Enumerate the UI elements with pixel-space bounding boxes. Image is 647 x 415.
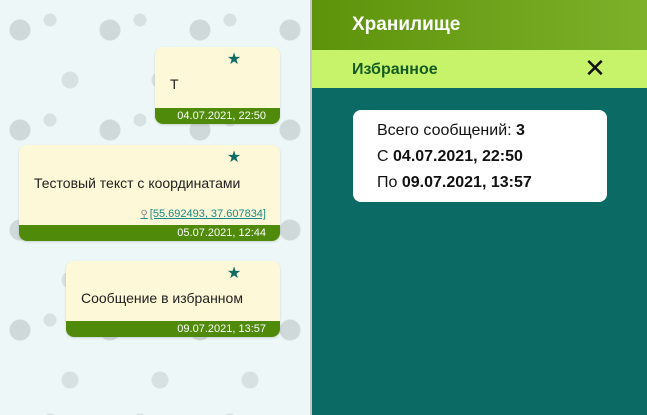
message-bubble[interactable]: ★ Тестовый текст с координатами ⚲ [55.692… bbox=[19, 145, 280, 241]
stats-to-label: По bbox=[377, 174, 398, 191]
chat-area: ★ Т 04.07.2021, 22:50 ★ Тестовый текст с… bbox=[0, 0, 312, 415]
favorites-bar: Избранное ✕ bbox=[312, 50, 647, 88]
favorite-star-icon[interactable]: ★ bbox=[226, 51, 242, 67]
location-pin-icon: ⚲ bbox=[140, 209, 148, 220]
stats-from-row: С 04.07.2021, 22:50 bbox=[377, 148, 523, 166]
close-icon[interactable]: ✕ bbox=[580, 55, 610, 83]
stats-card: Всего сообщений: 3 С 04.07.2021, 22:50 П… bbox=[353, 110, 607, 202]
stats-total-label: Всего сообщений: bbox=[377, 122, 512, 139]
coordinates-text[interactable]: [55.692493, 37.607834] bbox=[150, 208, 266, 220]
panel-title: Хранилище bbox=[352, 14, 461, 35]
storage-panel: Хранилище Избранное ✕ Всего сообщений: 3… bbox=[312, 0, 647, 415]
stats-total-value: 3 bbox=[516, 122, 525, 139]
message-date: 04.07.2021, 22:50 bbox=[155, 108, 280, 124]
message-text: Сообщение в избранном bbox=[81, 290, 243, 306]
stats-total-row: Всего сообщений: 3 bbox=[377, 122, 525, 140]
message-text: Тестовый текст с координатами bbox=[34, 175, 241, 191]
message-text: Т bbox=[170, 76, 179, 92]
favorites-title: Избранное bbox=[352, 61, 438, 78]
panel-header: Хранилище bbox=[312, 0, 647, 50]
stats-to-value: 09.07.2021, 13:57 bbox=[401, 174, 532, 191]
message-date: 05.07.2021, 12:44 bbox=[19, 225, 280, 241]
message-coordinates-link[interactable]: ⚲ [55.692493, 37.607834] bbox=[140, 208, 266, 220]
favorite-star-icon[interactable]: ★ bbox=[226, 265, 242, 281]
stats-from-label: С bbox=[377, 148, 389, 165]
stats-to-row: По 09.07.2021, 13:57 bbox=[377, 174, 532, 192]
message-bubble[interactable]: ★ Сообщение в избранном 09.07.2021, 13:5… bbox=[66, 261, 280, 337]
stats-from-value: 04.07.2021, 22:50 bbox=[393, 148, 523, 165]
favorite-star-icon[interactable]: ★ bbox=[226, 149, 242, 165]
message-bubble[interactable]: ★ Т 04.07.2021, 22:50 bbox=[155, 47, 280, 124]
message-date: 09.07.2021, 13:57 bbox=[66, 321, 280, 337]
